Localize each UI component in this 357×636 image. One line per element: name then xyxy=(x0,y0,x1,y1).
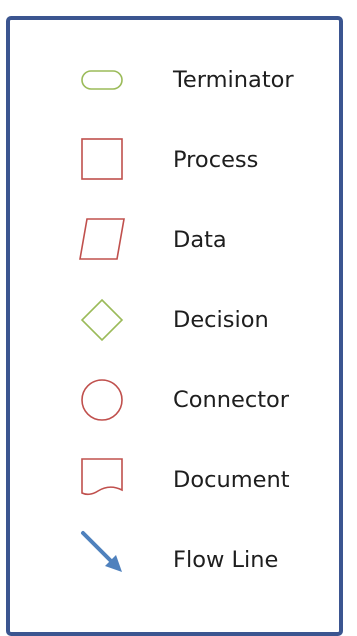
legend-item-connector: Connector xyxy=(0,370,357,430)
decision-shape-icon xyxy=(80,298,124,342)
legend-item-data: Data xyxy=(0,210,357,270)
legend-label-connector: Connector xyxy=(173,387,290,413)
legend-label-data: Data xyxy=(173,227,227,253)
legend-label-process: Process xyxy=(173,147,259,173)
document-shape-icon xyxy=(81,458,123,496)
legend-label-document: Document xyxy=(173,467,290,493)
legend-item-decision: Decision xyxy=(0,290,357,350)
process-shape-icon xyxy=(81,138,123,180)
legend-item-process: Process xyxy=(0,130,357,190)
connector-shape-icon xyxy=(81,379,123,421)
terminator-shape-icon xyxy=(81,70,123,90)
legend-label-decision: Decision xyxy=(173,307,269,333)
legend-item-terminator: Terminator xyxy=(0,50,357,110)
legend-label-terminator: Terminator xyxy=(173,67,294,93)
flow-line-arrow-icon xyxy=(81,531,122,572)
legend-item-document: Document xyxy=(0,450,357,510)
legend-label-flow-line: Flow Line xyxy=(173,547,279,573)
data-shape-icon xyxy=(79,218,125,260)
legend-item-flow-line: Flow Line xyxy=(0,530,357,590)
